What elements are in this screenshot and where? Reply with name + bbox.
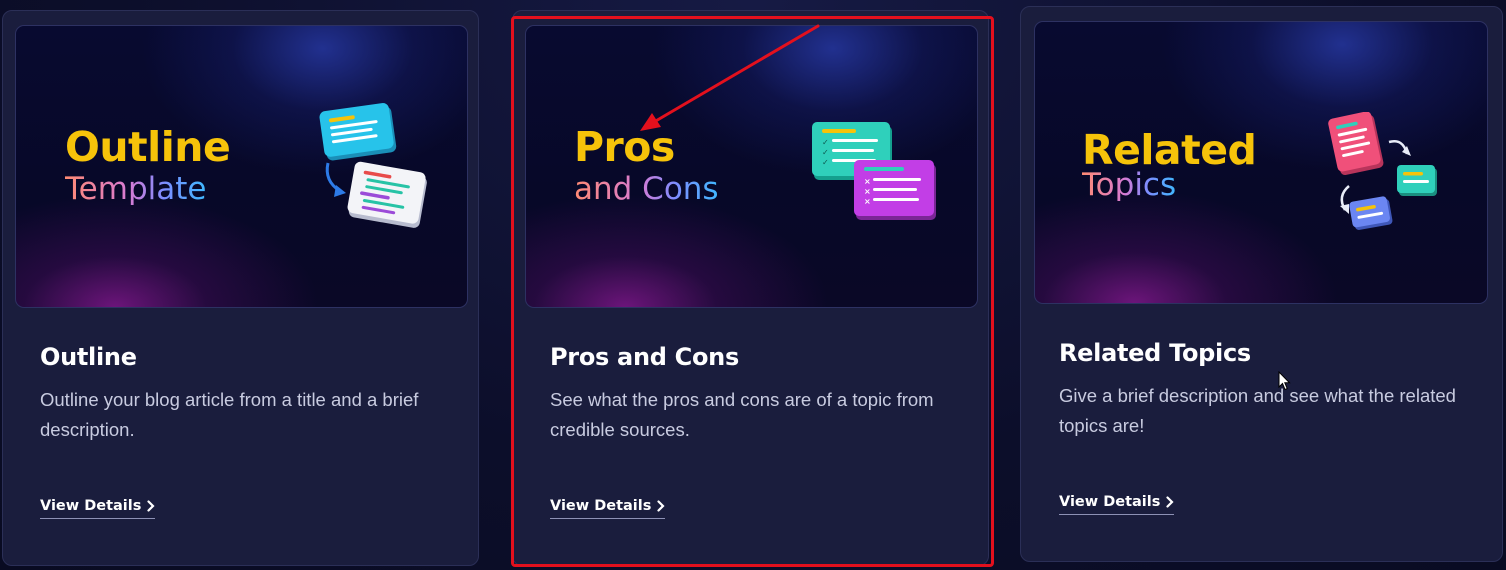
related-topics-illustration-icon bbox=[1328, 112, 1437, 230]
chevron-right-icon bbox=[147, 500, 155, 512]
outline-illustration-icon bbox=[319, 103, 427, 228]
mouse-pointer-icon bbox=[1278, 371, 1291, 391]
card-title: Pros and Cons bbox=[550, 343, 739, 371]
view-details-link[interactable]: View Details bbox=[550, 498, 666, 519]
thumbnail-title-line2: Topics bbox=[1082, 167, 1177, 203]
card-title: Outline bbox=[40, 343, 137, 371]
card-related-topics-thumbnail: Related Topics bbox=[1034, 21, 1488, 304]
svg-text:×: × bbox=[864, 187, 871, 196]
view-details-link[interactable]: View Details bbox=[1059, 494, 1175, 515]
card-related-topics[interactable]: Related Topics Related Topics Give a bri… bbox=[1020, 6, 1503, 562]
card-description: Give a brief description and see what th… bbox=[1059, 385, 1456, 436]
svg-text:×: × bbox=[864, 197, 871, 206]
svg-text:✓: ✓ bbox=[822, 158, 829, 167]
thumbnail-title-line1: Pros bbox=[574, 123, 675, 171]
card-pros-and-cons[interactable]: Pros and Cons ✓ ✓ ✓ × × × Pros and Cons … bbox=[512, 10, 989, 566]
thumbnail-title-line2: Template bbox=[65, 171, 207, 207]
thumbnail-title-line1: Related bbox=[1082, 126, 1257, 174]
svg-text:×: × bbox=[864, 177, 871, 186]
pros-cons-illustration-icon: ✓ ✓ ✓ × × × bbox=[812, 122, 936, 220]
card-outline[interactable]: Outline Template Outline Outline your bl… bbox=[2, 10, 479, 566]
chevron-right-icon bbox=[657, 500, 665, 512]
card-description: See what the pros and cons are of a topi… bbox=[550, 389, 934, 440]
view-details-label: View Details bbox=[1059, 494, 1161, 510]
svg-text:✓: ✓ bbox=[822, 148, 829, 157]
tools-card-grid: Outline Template Outline Outline your bl… bbox=[0, 0, 1506, 570]
svg-text:✓: ✓ bbox=[822, 138, 829, 147]
card-title: Related Topics bbox=[1059, 339, 1251, 367]
view-details-label: View Details bbox=[550, 498, 652, 514]
view-details-link[interactable]: View Details bbox=[40, 498, 156, 519]
thumbnail-title-line1: Outline bbox=[65, 123, 231, 171]
chevron-right-icon bbox=[1166, 496, 1174, 508]
card-description: Outline your blog article from a title a… bbox=[40, 389, 419, 440]
card-outline-thumbnail: Outline Template bbox=[15, 25, 468, 308]
card-pros-and-cons-thumbnail: Pros and Cons ✓ ✓ ✓ × × × bbox=[525, 25, 978, 308]
thumbnail-title-line2: and Cons bbox=[574, 171, 719, 207]
view-details-label: View Details bbox=[40, 498, 142, 514]
